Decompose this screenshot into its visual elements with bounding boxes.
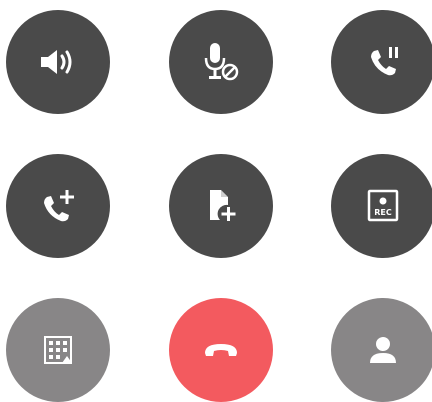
add-call-button[interactable]: [6, 154, 110, 258]
end-call-icon: [205, 344, 237, 356]
record-button[interactable]: REC: [331, 154, 432, 258]
speaker-button[interactable]: [6, 10, 110, 114]
keypad-icon: [44, 336, 72, 364]
add-call-icon: [44, 190, 74, 222]
add-note-icon: [210, 190, 236, 221]
record-icon: REC: [367, 189, 399, 222]
contacts-button[interactable]: [331, 298, 432, 402]
hold-button[interactable]: [331, 10, 432, 114]
hold-call-icon: [371, 47, 398, 76]
keypad-button[interactable]: [6, 298, 110, 402]
add-note-button[interactable]: [169, 154, 273, 258]
record-label: REC: [374, 208, 392, 217]
contacts-icon: [370, 337, 396, 363]
mute-button[interactable]: [169, 10, 273, 114]
mute-mic-icon: [204, 43, 239, 81]
speaker-icon: [41, 50, 72, 74]
end-call-button[interactable]: [169, 298, 273, 402]
